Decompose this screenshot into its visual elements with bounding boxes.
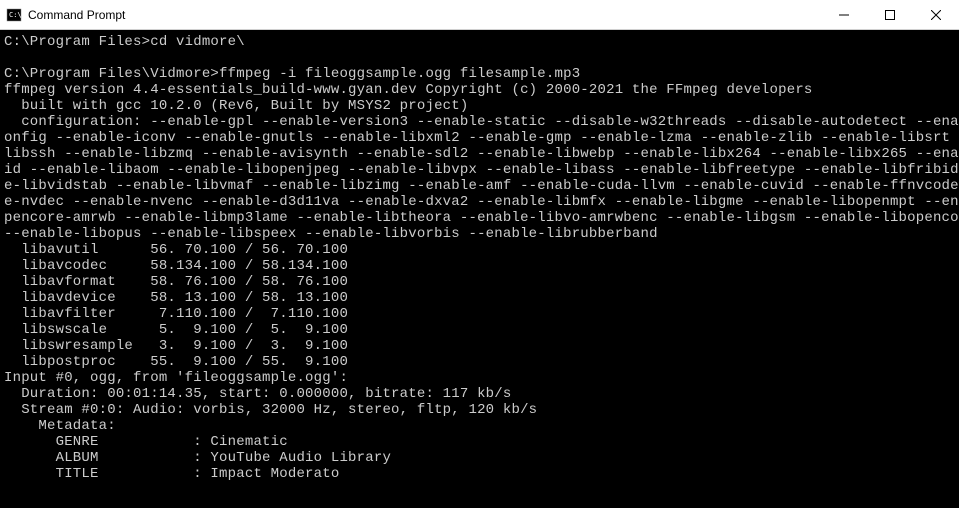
- window-controls: [821, 0, 959, 29]
- terminal-line: libavformat 58. 76.100 / 58. 76.100: [4, 274, 959, 290]
- terminal-line: [4, 50, 959, 66]
- terminal-line: built with gcc 10.2.0 (Rev6, Built by MS…: [4, 98, 959, 114]
- terminal-line: libswscale 5. 9.100 / 5. 9.100: [4, 322, 959, 338]
- terminal-line: Stream #0:0: Audio: vorbis, 32000 Hz, st…: [4, 402, 959, 418]
- terminal-line: pencore-amrwb --enable-libmp3lame --enab…: [4, 210, 959, 226]
- terminal-line: Duration: 00:01:14.35, start: 0.000000, …: [4, 386, 959, 402]
- terminal-line: e-nvdec --enable-nvenc --enable-d3d11va …: [4, 194, 959, 210]
- terminal-line: ALBUM : YouTube Audio Library: [4, 450, 959, 466]
- maximize-button[interactable]: [867, 0, 913, 29]
- title-left: C:\ Command Prompt: [6, 7, 125, 23]
- terminal-line: TITLE : Impact Moderato: [4, 466, 959, 482]
- terminal-line: libssh --enable-libzmq --enable-avisynth…: [4, 146, 959, 162]
- terminal-line: GENRE : Cinematic: [4, 434, 959, 450]
- minimize-button[interactable]: [821, 0, 867, 29]
- terminal-line: ffmpeg version 4.4-essentials_build-www.…: [4, 82, 959, 98]
- terminal-line: C:\Program Files\Vidmore>ffmpeg -i fileo…: [4, 66, 959, 82]
- close-button[interactable]: [913, 0, 959, 29]
- terminal-line: libswresample 3. 9.100 / 3. 9.100: [4, 338, 959, 354]
- cmd-icon: C:\: [6, 7, 22, 23]
- terminal-line: e-libvidstab --enable-libvmaf --enable-l…: [4, 178, 959, 194]
- window-title: Command Prompt: [28, 8, 125, 22]
- terminal-line: libavcodec 58.134.100 / 58.134.100: [4, 258, 959, 274]
- terminal-line: libavfilter 7.110.100 / 7.110.100: [4, 306, 959, 322]
- terminal-line: configuration: --enable-gpl --enable-ver…: [4, 114, 959, 130]
- title-bar: C:\ Command Prompt: [0, 0, 959, 30]
- terminal-line: onfig --enable-iconv --enable-gnutls --e…: [4, 130, 959, 146]
- terminal-line: C:\Program Files>cd vidmore\: [4, 34, 959, 50]
- terminal-line: libpostproc 55. 9.100 / 55. 9.100: [4, 354, 959, 370]
- terminal-line: --enable-libopus --enable-libspeex --ena…: [4, 226, 959, 242]
- terminal-line: id --enable-libaom --enable-libopenjpeg …: [4, 162, 959, 178]
- terminal-line: libavutil 56. 70.100 / 56. 70.100: [4, 242, 959, 258]
- terminal-line: libavdevice 58. 13.100 / 58. 13.100: [4, 290, 959, 306]
- svg-text:C:\: C:\: [9, 11, 22, 19]
- terminal-line: Metadata:: [4, 418, 959, 434]
- terminal-line: Input #0, ogg, from 'fileoggsample.ogg':: [4, 370, 959, 386]
- terminal-output[interactable]: C:\Program Files>cd vidmore\ C:\Program …: [0, 30, 959, 508]
